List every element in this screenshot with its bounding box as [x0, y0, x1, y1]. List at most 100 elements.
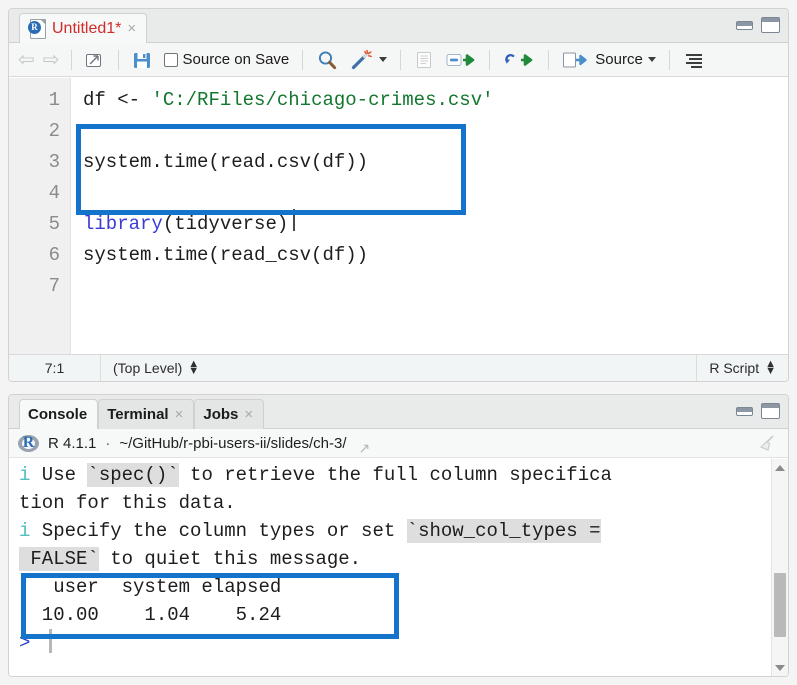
text-cursor: [293, 209, 295, 231]
source-tab-untitled1[interactable]: R Untitled1* ×: [19, 13, 148, 43]
console-token: Specify the column types or set: [30, 520, 407, 542]
line-number: 5: [48, 213, 60, 235]
console-token: `spec()`: [87, 463, 179, 487]
r-version-label: R 4.1.1: [48, 434, 97, 452]
code-tools-button[interactable]: [347, 47, 390, 73]
updown-chevron-icon[interactable]: ▲ ▼: [765, 359, 776, 377]
find-replace-button[interactable]: [313, 47, 341, 73]
code-token: <-: [117, 89, 152, 111]
compile-report-button[interactable]: [411, 48, 437, 72]
console-cursor: [49, 629, 52, 653]
document-type-label: R Script: [709, 360, 760, 376]
console-text[interactable]: i Use `spec()` to retrieve the full colu…: [9, 459, 771, 676]
console-line: FALSE` to quiet this message.: [19, 545, 771, 573]
rstudio-window: R Untitled1* × ⇦ ⇨ Source on Save Source…: [0, 0, 797, 685]
save-button[interactable]: [129, 48, 155, 72]
maximize-icon[interactable]: [761, 17, 780, 33]
code-line: system.time(read.csv(df)): [83, 147, 788, 178]
scroll-down-icon[interactable]: [772, 660, 788, 675]
console-window-buttons: [736, 403, 780, 419]
minimize-icon[interactable]: [736, 20, 753, 30]
tab-jobs[interactable]: Jobs ×: [194, 399, 265, 429]
console-tabbar: Console Terminal × Jobs ×: [9, 395, 788, 429]
source-on-save-checkbox[interactable]: Source on Save: [161, 49, 293, 70]
chevron-down-icon[interactable]: [379, 57, 388, 62]
show-in-new-window-button[interactable]: [82, 49, 108, 71]
clear-console-icon[interactable]: [756, 434, 776, 454]
document-type-selector[interactable]: R Script ▲ ▼: [697, 355, 788, 381]
source-button[interactable]: Source: [559, 48, 659, 72]
cursor-position[interactable]: 7:1: [9, 355, 101, 381]
run-icon: [446, 53, 475, 66]
chevron-down-icon[interactable]: [647, 57, 656, 62]
checkbox-icon[interactable]: [163, 52, 178, 67]
console-token: >: [19, 632, 42, 654]
console-header: R R 4.1.1 · ~/GitHub/r-pbi-users-ii/slid…: [9, 429, 788, 458]
re-run-button[interactable]: [500, 48, 538, 72]
line-number: 7: [48, 275, 60, 297]
save-icon: [133, 52, 150, 68]
toolbar-divider: [70, 49, 72, 70]
header-separator: ·: [105, 434, 111, 452]
toolbar-divider: [548, 49, 550, 70]
code-line: system.time(read_csv(df)): [83, 240, 788, 271]
line-number-gutter: 1 2 3 4 5 6 7: [9, 78, 71, 354]
popout-icon: [85, 53, 101, 67]
close-icon[interactable]: ×: [127, 21, 136, 36]
scope-selector[interactable]: (Top Level) ▲ ▼: [101, 355, 698, 381]
minimize-icon[interactable]: [736, 406, 753, 416]
code-text-area[interactable]: df <- 'C:/RFiles/chicago-crimes.csv' sys…: [71, 78, 788, 354]
console-output[interactable]: i Use `spec()` to retrieve the full colu…: [9, 459, 788, 676]
maximize-icon[interactable]: [761, 403, 780, 419]
r-script-file-icon: R: [28, 18, 46, 39]
console-panel: Console Terminal × Jobs × R R 4.1.1 · ~/…: [8, 394, 789, 677]
close-icon[interactable]: ×: [175, 407, 184, 422]
updown-chevron-icon[interactable]: ▲ ▼: [188, 359, 199, 377]
code-token: system.time(read.csv(df)): [83, 151, 369, 173]
notebook-icon: [417, 51, 432, 68]
r-logo-icon: R: [18, 434, 39, 452]
console-token: i: [19, 520, 31, 542]
console-line: 10.00 1.04 5.24: [19, 601, 771, 629]
tab-jobs-label: Jobs: [203, 406, 239, 423]
console-token: Use: [30, 464, 88, 486]
source-on-save-label: Source on Save: [182, 51, 290, 68]
open-directory-icon[interactable]: ↗: [358, 436, 373, 455]
code-editor[interactable]: 1 2 3 4 5 6 7 df <- 'C:/RFiles/chicago-c…: [9, 78, 788, 354]
source-button-label: Source: [595, 51, 643, 68]
console-line: user system elapsed: [19, 573, 771, 601]
console-token: `show_col_types =: [406, 519, 601, 543]
code-token: system.time(read_csv(df)): [83, 244, 369, 266]
console-token: user system elapsed: [19, 576, 293, 598]
source-toolbar: ⇦ ⇨ Source on Save Source: [9, 43, 788, 77]
close-icon[interactable]: ×: [244, 407, 253, 422]
toolbar-divider: [117, 49, 119, 70]
code-token: library: [83, 213, 163, 235]
forward-arrow-icon[interactable]: ⇨: [42, 50, 61, 70]
cursor-position-label: 7:1: [44, 360, 65, 376]
tab-console[interactable]: Console: [19, 399, 99, 429]
scroll-up-icon[interactable]: [772, 460, 788, 475]
line-number: 1: [48, 89, 60, 111]
console-token: i: [19, 464, 31, 486]
source-tab-label: Untitled1*: [52, 19, 122, 37]
document-outline-button[interactable]: [680, 49, 708, 71]
console-line: i Use `spec()` to retrieve the full colu…: [19, 461, 771, 489]
source-window-buttons: [736, 17, 780, 33]
console-line: >: [19, 629, 771, 657]
magic-wand-icon: [352, 49, 373, 69]
outline-icon: [685, 53, 702, 68]
scrollbar-thumb[interactable]: [774, 573, 786, 637]
line-number: 6: [48, 244, 60, 266]
run-button[interactable]: [443, 48, 479, 72]
console-scrollbar[interactable]: [771, 459, 788, 676]
console-token: 10.00 1.04 5.24: [19, 604, 293, 626]
working-directory-label[interactable]: ~/GitHub/r-pbi-users-ii/slides/ch-3/: [119, 435, 346, 452]
back-arrow-icon[interactable]: ⇦: [17, 50, 36, 70]
code-token: (tidyverse): [162, 213, 289, 235]
tab-terminal[interactable]: Terminal ×: [98, 399, 195, 429]
search-icon: [319, 50, 337, 69]
scope-label: (Top Level): [113, 360, 183, 376]
rerun-icon: [505, 53, 533, 66]
